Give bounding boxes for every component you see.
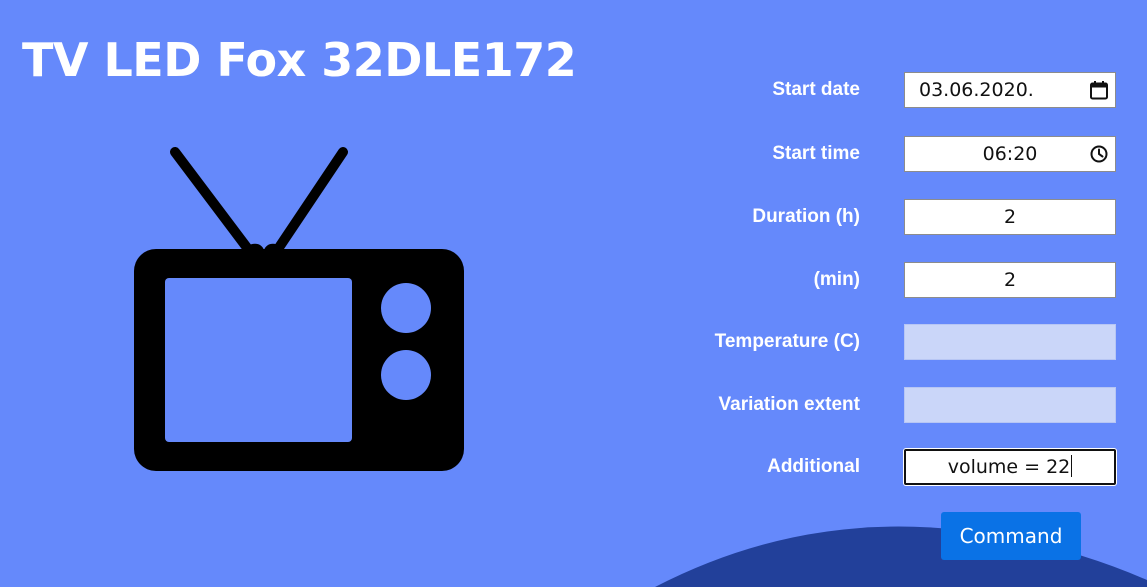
start-time-row: Start time 06:20 — [640, 136, 1120, 172]
duration-hours-value: 2 — [1003, 206, 1017, 228]
duration-hours-label: Duration (h) — [752, 206, 860, 227]
variation-extent-label: Variation extent — [718, 394, 861, 415]
text-caret — [1071, 455, 1073, 477]
start-date-row: Start date 03.06.2020. — [640, 72, 1120, 108]
start-time-value: 06:20 — [982, 143, 1038, 165]
command-button[interactable]: Command — [941, 512, 1081, 560]
start-date-label: Start date — [772, 79, 860, 100]
additional-input[interactable]: volume = 22 — [904, 449, 1116, 485]
variation-extent-input — [904, 387, 1116, 423]
device-title: TV LED Fox 32DLE172 — [22, 33, 577, 87]
start-time-label: Start time — [772, 143, 860, 164]
duration-hours-row: Duration (h) 2 — [640, 199, 1120, 235]
start-time-input[interactable]: 06:20 — [904, 136, 1116, 172]
duration-minutes-row: (min) 2 — [640, 262, 1120, 298]
duration-hours-input[interactable]: 2 — [904, 199, 1116, 235]
additional-value: volume = 22 — [947, 456, 1071, 478]
additional-label: Additional — [767, 456, 860, 477]
additional-row: Additional volume = 22 — [640, 449, 1120, 485]
temperature-input — [904, 324, 1116, 360]
start-date-input[interactable]: 03.06.2020. — [904, 72, 1116, 108]
duration-minutes-label: (min) — [813, 269, 860, 290]
duration-minutes-input[interactable]: 2 — [904, 262, 1116, 298]
variation-extent-row: Variation extent — [640, 387, 1120, 423]
tv-icon — [134, 147, 464, 471]
clock-icon[interactable] — [1089, 144, 1109, 164]
start-date-value: 03.06.2020. — [919, 79, 1034, 101]
calendar-icon[interactable] — [1089, 80, 1109, 100]
temperature-row: Temperature (C) — [640, 324, 1120, 360]
temperature-label: Temperature (C) — [714, 331, 860, 352]
duration-minutes-value: 2 — [1003, 269, 1017, 291]
